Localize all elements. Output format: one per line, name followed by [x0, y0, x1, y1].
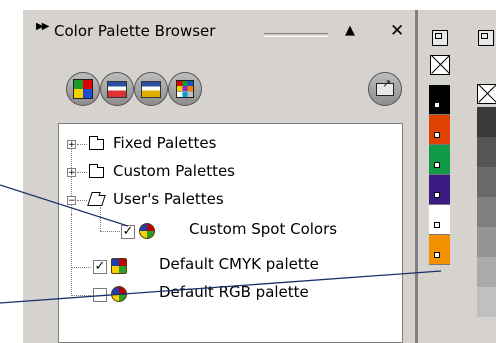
callout-lines: [0, 184, 442, 304]
callout-line-cmyk: [0, 270, 442, 304]
callout-line-spot: [0, 184, 129, 227]
